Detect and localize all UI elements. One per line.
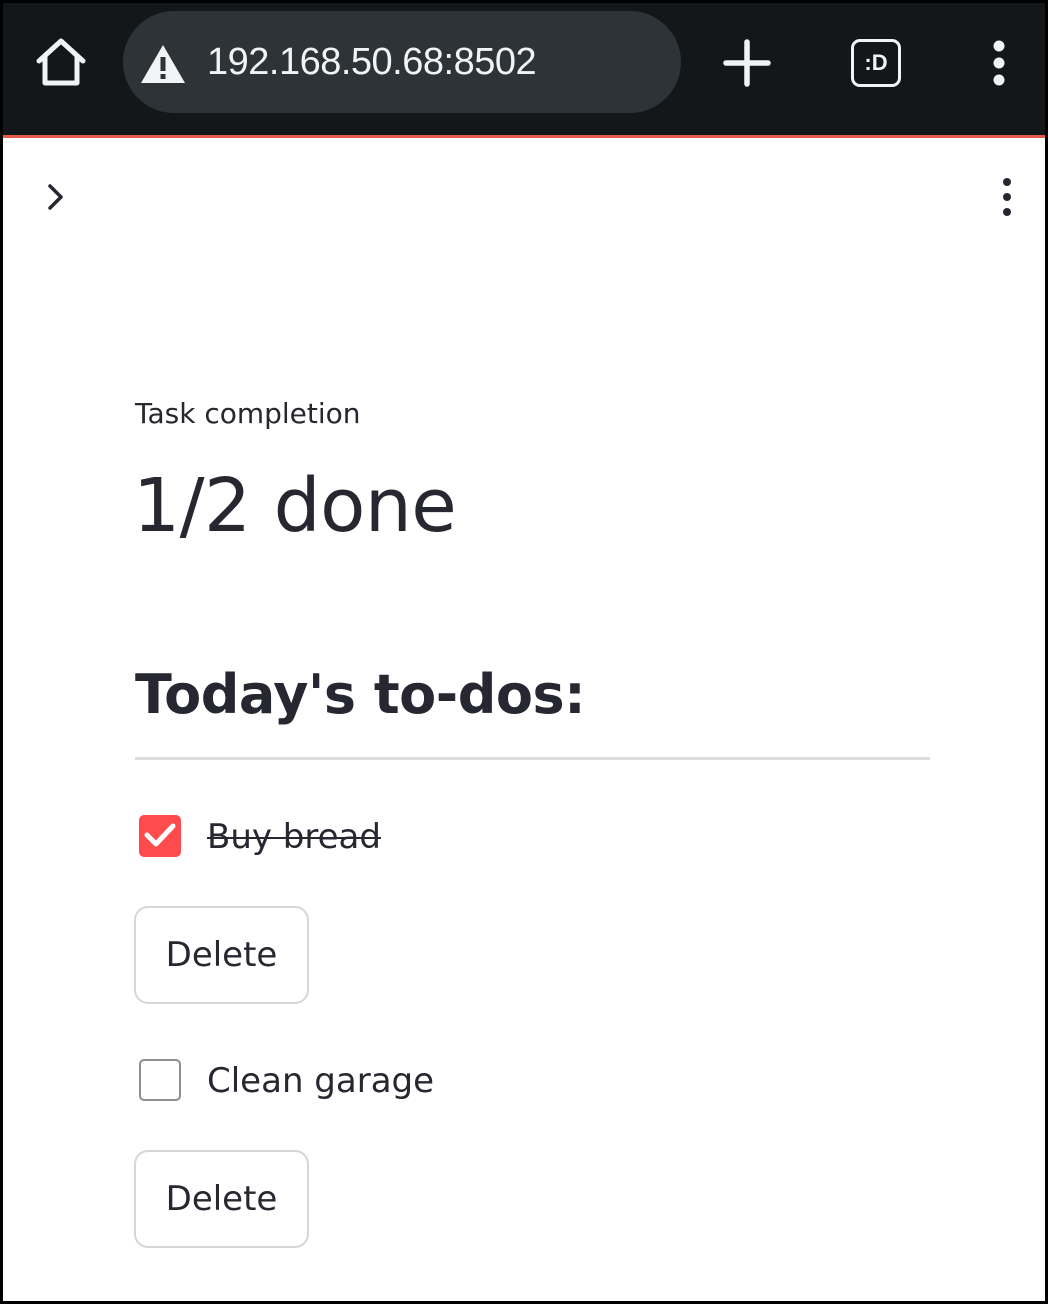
subheader-divider	[135, 757, 930, 760]
home-button[interactable]	[31, 33, 91, 93]
metric-value: 1/2 done	[133, 463, 457, 549]
metric-label: Task completion	[135, 397, 361, 430]
toolbar-accent-line	[3, 135, 1045, 138]
app-menu-button[interactable]	[993, 175, 1021, 219]
more-vert-icon	[993, 40, 1005, 86]
checkmark-icon	[144, 823, 176, 847]
new-tab-button[interactable]	[721, 37, 773, 89]
todo-label[interactable]: Buy bread	[207, 811, 381, 863]
todo-item[interactable]: Buy bread	[135, 811, 835, 863]
screen-frame: 192.168.50.68:8502 :D Task completion 1/…	[0, 0, 1048, 1304]
tab-switcher-label: :D	[864, 50, 888, 75]
more-vert-icon	[1003, 178, 1011, 216]
browser-menu-button[interactable]	[985, 39, 1013, 87]
todos-subheader: Today's to-dos:	[135, 663, 586, 726]
sidebar-toggle-button[interactable]	[39, 177, 75, 217]
todo-item[interactable]: Clean garage	[135, 1055, 835, 1107]
url-text[interactable]: 192.168.50.68:8502	[207, 39, 537, 85]
todo-label[interactable]: Clean garage	[207, 1055, 434, 1107]
tab-switcher-button[interactable]: :D	[851, 39, 901, 87]
delete-button[interactable]: Delete	[134, 906, 309, 1004]
plus-icon	[723, 39, 771, 87]
browser-toolbar: 192.168.50.68:8502 :D	[3, 3, 1045, 135]
address-bar[interactable]: 192.168.50.68:8502	[123, 11, 681, 113]
warning-icon[interactable]	[139, 43, 187, 85]
home-icon	[36, 38, 86, 86]
todo-checkbox-unchecked[interactable]	[139, 1059, 181, 1101]
todo-checkbox-checked[interactable]	[139, 815, 181, 857]
chevron-right-icon	[48, 184, 63, 210]
delete-button[interactable]: Delete	[134, 1150, 309, 1248]
